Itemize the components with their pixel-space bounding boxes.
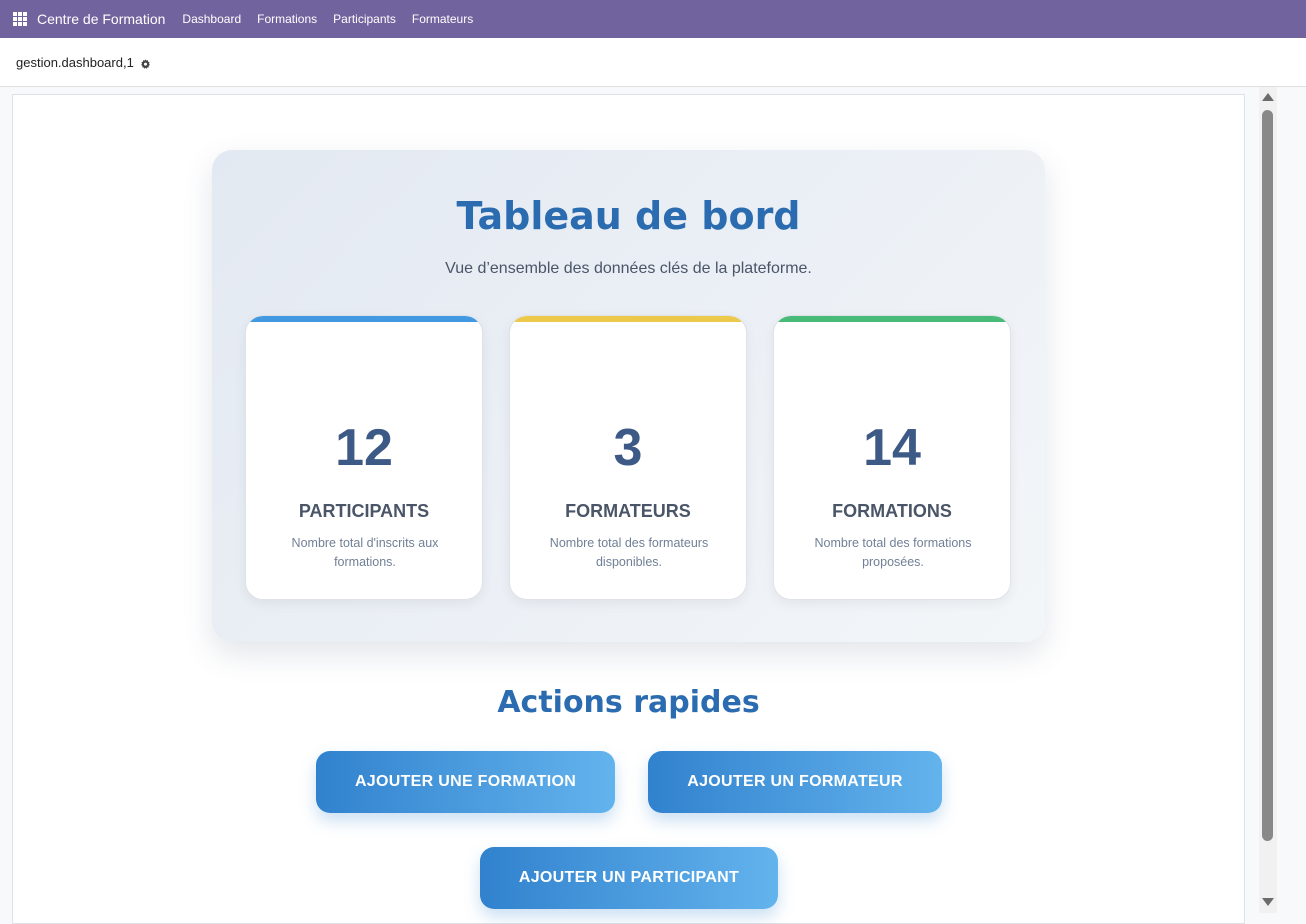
stat-value: 14 [863,419,921,477]
stat-description: Nombre total d'inscrits aux formations. [291,536,439,569]
stat-description: Nombre total des formateurs disponibles. [549,536,709,569]
card-accent-bar [510,316,746,322]
dashboard-subtitle: Vue d’ensemble des données clés de la pl… [445,260,812,277]
card-accent-bar [246,316,482,322]
card-accent-bar [774,316,1010,322]
stat-value: 12 [335,419,393,477]
stat-label: FORMATEURS [565,501,691,521]
nav-formations[interactable]: Formations [249,0,325,38]
add-formation-button[interactable]: AJOUTER UNE FORMATION [316,751,615,813]
stat-card-formateurs: 3 FORMATEURS Nombre total des formateurs… [509,315,747,600]
nav-dashboard[interactable]: Dashboard [174,0,249,38]
nav-formateurs[interactable]: Formateurs [404,0,481,38]
nav-participants[interactable]: Participants [325,0,404,38]
stat-card-participants: 12 PARTICIPANTS Nombre total d'inscrits … [245,315,483,600]
breadcrumb: gestion.dashboard,1 [16,54,134,70]
actions-title: Actions rapides [497,685,760,720]
gear-icon[interactable] [140,57,151,69]
scrollbar-thumb[interactable] [1262,110,1273,841]
stat-description: Nombre total des formations proposées. [814,536,972,569]
stat-card-formations: 14 FORMATIONS Nombre total des formation… [773,315,1011,600]
stat-label: PARTICIPANTS [298,501,430,521]
add-participant-button[interactable]: AJOUTER UN PARTICIPANT [480,847,778,909]
control-panel: gestion.dashboard,1 [0,38,1306,87]
app-brand[interactable]: Centre de Formation [37,11,165,27]
stat-value: 3 [613,419,643,477]
stat-label: FORMATIONS [832,501,952,521]
top-navbar: Centre de Formation Dashboard Formations… [0,0,1306,38]
dashboard-panel: Tableau de bord Vue d’ensemble des donné… [212,150,1045,642]
scroll-down-arrow-icon[interactable] [1262,898,1274,906]
scroll-up-arrow-icon[interactable] [1262,93,1274,101]
add-formateur-button[interactable]: AJOUTER UN FORMATEUR [648,751,942,813]
apps-grid-icon[interactable] [0,0,40,38]
dashboard-title: Tableau de bord [456,194,801,238]
